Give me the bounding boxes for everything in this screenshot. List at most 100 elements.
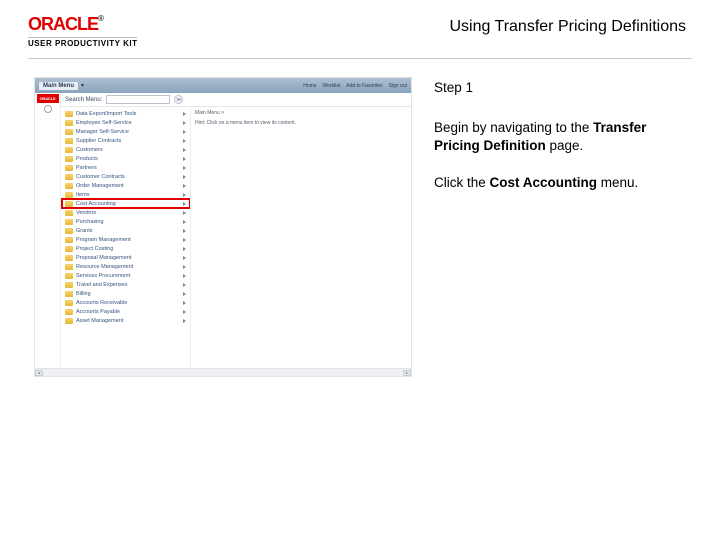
menu-item[interactable]: Travel and Expenses	[62, 280, 190, 289]
detail-column: Main Menu > Hint: Click on a menu item t…	[191, 107, 411, 368]
menu-item[interactable]: Vendors	[62, 208, 190, 217]
menu-item-label: Customer Contracts	[76, 174, 125, 180]
app-topbar: Main Menu ▾ Home Worklist Add to Favorit…	[35, 78, 411, 93]
register-mark: ®	[98, 14, 103, 23]
upk-subtitle: USER PRODUCTIVITY KIT	[28, 37, 137, 48]
menu-item[interactable]: Purchasing	[62, 217, 190, 226]
folder-icon	[65, 264, 73, 270]
submenu-arrow-icon	[183, 130, 186, 134]
folder-icon	[65, 219, 73, 225]
oracle-logo: ORACLE®	[28, 14, 137, 35]
menu-item-label: Resource Management	[76, 264, 133, 270]
submenu-arrow-icon	[183, 238, 186, 242]
folder-icon	[65, 138, 73, 144]
topbar-link-signout[interactable]: Sign out	[389, 83, 407, 89]
submenu-arrow-icon	[183, 211, 186, 215]
folder-icon	[65, 111, 73, 117]
menu-item[interactable]: Products	[62, 154, 190, 163]
menu-item-label: Products	[76, 156, 98, 162]
folder-icon	[65, 318, 73, 324]
menu-item-label: Travel and Expenses	[76, 282, 127, 288]
menu-column: Data Export/Import Tools Employee Self-Se…	[61, 107, 191, 368]
submenu-arrow-icon	[183, 229, 186, 233]
folder-icon	[65, 246, 73, 252]
menu-item-label: Employee Self-Service	[76, 120, 132, 126]
horizontal-scrollbar[interactable]: ◂ ▸	[35, 368, 411, 376]
search-menu-input[interactable]	[106, 95, 170, 104]
folder-icon	[65, 183, 73, 189]
page-header: ORACLE® USER PRODUCTIVITY KIT Using Tran…	[0, 0, 720, 56]
submenu-arrow-icon	[183, 265, 186, 269]
folder-icon	[65, 228, 73, 234]
menu-item[interactable]: Resource Management	[62, 262, 190, 271]
topbar-link-favorites[interactable]: Add to Favorites	[346, 83, 382, 89]
submenu-arrow-icon	[183, 283, 186, 287]
folder-icon	[65, 156, 73, 162]
menu-item-label: Proposal Management	[76, 255, 131, 261]
folder-icon	[65, 120, 73, 126]
menu-item-label: Data Export/Import Tools	[76, 111, 136, 117]
submenu-arrow-icon	[183, 274, 186, 278]
folder-icon	[65, 309, 73, 315]
menu-item-label: Project Costing	[76, 246, 113, 252]
menu-item-label: Supplier Contracts	[76, 138, 121, 144]
instruction-action: Click the Cost Accounting menu.	[434, 174, 692, 192]
menu-item[interactable]: Partners	[62, 163, 190, 172]
menu-item[interactable]: Services Procurement	[62, 271, 190, 280]
folder-icon	[65, 129, 73, 135]
folder-icon	[65, 255, 73, 261]
menu-item[interactable]: Program Management	[62, 235, 190, 244]
menu-item-label: Manager Self-Service	[76, 129, 129, 135]
submenu-arrow-icon	[183, 157, 186, 161]
menu-item[interactable]: Customers	[62, 145, 190, 154]
submenu-arrow-icon	[183, 292, 186, 296]
submenu-arrow-icon	[183, 301, 186, 305]
search-go-icon[interactable]: ≫	[174, 95, 183, 104]
main-menu-breadcrumb[interactable]: Main Menu	[39, 82, 78, 90]
topbar-link-worklist[interactable]: Worklist	[323, 83, 341, 89]
menu-item[interactable]: Supplier Contracts	[62, 136, 190, 145]
menu-item[interactable]: Employee Self-Service	[62, 118, 190, 127]
submenu-arrow-icon	[183, 247, 186, 251]
folder-icon	[65, 237, 73, 243]
topbar-link-home[interactable]: Home	[303, 83, 316, 89]
menu-item-label: Asset Management	[76, 318, 123, 324]
submenu-arrow-icon	[183, 112, 186, 116]
folder-icon	[65, 147, 73, 153]
menu-item[interactable]: Proposal Management	[62, 253, 190, 262]
menu-item[interactable]: Billing	[62, 289, 190, 298]
menu-item[interactable]: Manager Self-Service	[62, 127, 190, 136]
search-menu-label: Search Menu:	[65, 97, 102, 103]
submenu-arrow-icon	[183, 319, 186, 323]
menu-item[interactable]: Order Management	[62, 181, 190, 190]
menu-item[interactable]: Project Costing	[62, 244, 190, 253]
menu-item-label: Accounts Payable	[76, 309, 120, 315]
menu-item[interactable]: Grants	[62, 226, 190, 235]
menu-item[interactable]: Asset Management	[62, 316, 190, 325]
submenu-arrow-icon	[183, 184, 186, 188]
submenu-arrow-icon	[183, 121, 186, 125]
menu-item-cost-accounting[interactable]: Cost Accounting	[62, 199, 190, 208]
app-screenshot: Main Menu ▾ Home Worklist Add to Favorit…	[34, 77, 412, 377]
oracle-logo-block: ORACLE® USER PRODUCTIVITY KIT	[28, 14, 137, 48]
menu-item[interactable]: Items	[62, 190, 190, 199]
app-sidebar: ORACLE	[35, 93, 61, 368]
menu-item-label: Partners	[76, 165, 97, 171]
menu-item-label: Purchasing	[76, 219, 104, 225]
step-label: Step 1	[434, 79, 692, 97]
folder-icon	[65, 210, 73, 216]
menu-item-label: Cost Accounting	[76, 201, 116, 207]
menu-item[interactable]: Accounts Receivable	[62, 298, 190, 307]
menu-item[interactable]: Customer Contracts	[62, 172, 190, 181]
submenu-arrow-icon	[183, 220, 186, 224]
sidebar-toggle-icon[interactable]	[44, 105, 52, 113]
scroll-right-icon[interactable]: ▸	[403, 370, 411, 376]
scroll-left-icon[interactable]: ◂	[35, 370, 43, 376]
detail-hint: Hint: Click on a menu item to view its c…	[195, 120, 407, 126]
menu-item[interactable]: Data Export/Import Tools	[62, 109, 190, 118]
submenu-arrow-icon	[183, 166, 186, 170]
folder-icon	[65, 282, 73, 288]
menu-item[interactable]: Accounts Payable	[62, 307, 190, 316]
submenu-arrow-icon	[183, 202, 186, 206]
folder-icon	[65, 174, 73, 180]
